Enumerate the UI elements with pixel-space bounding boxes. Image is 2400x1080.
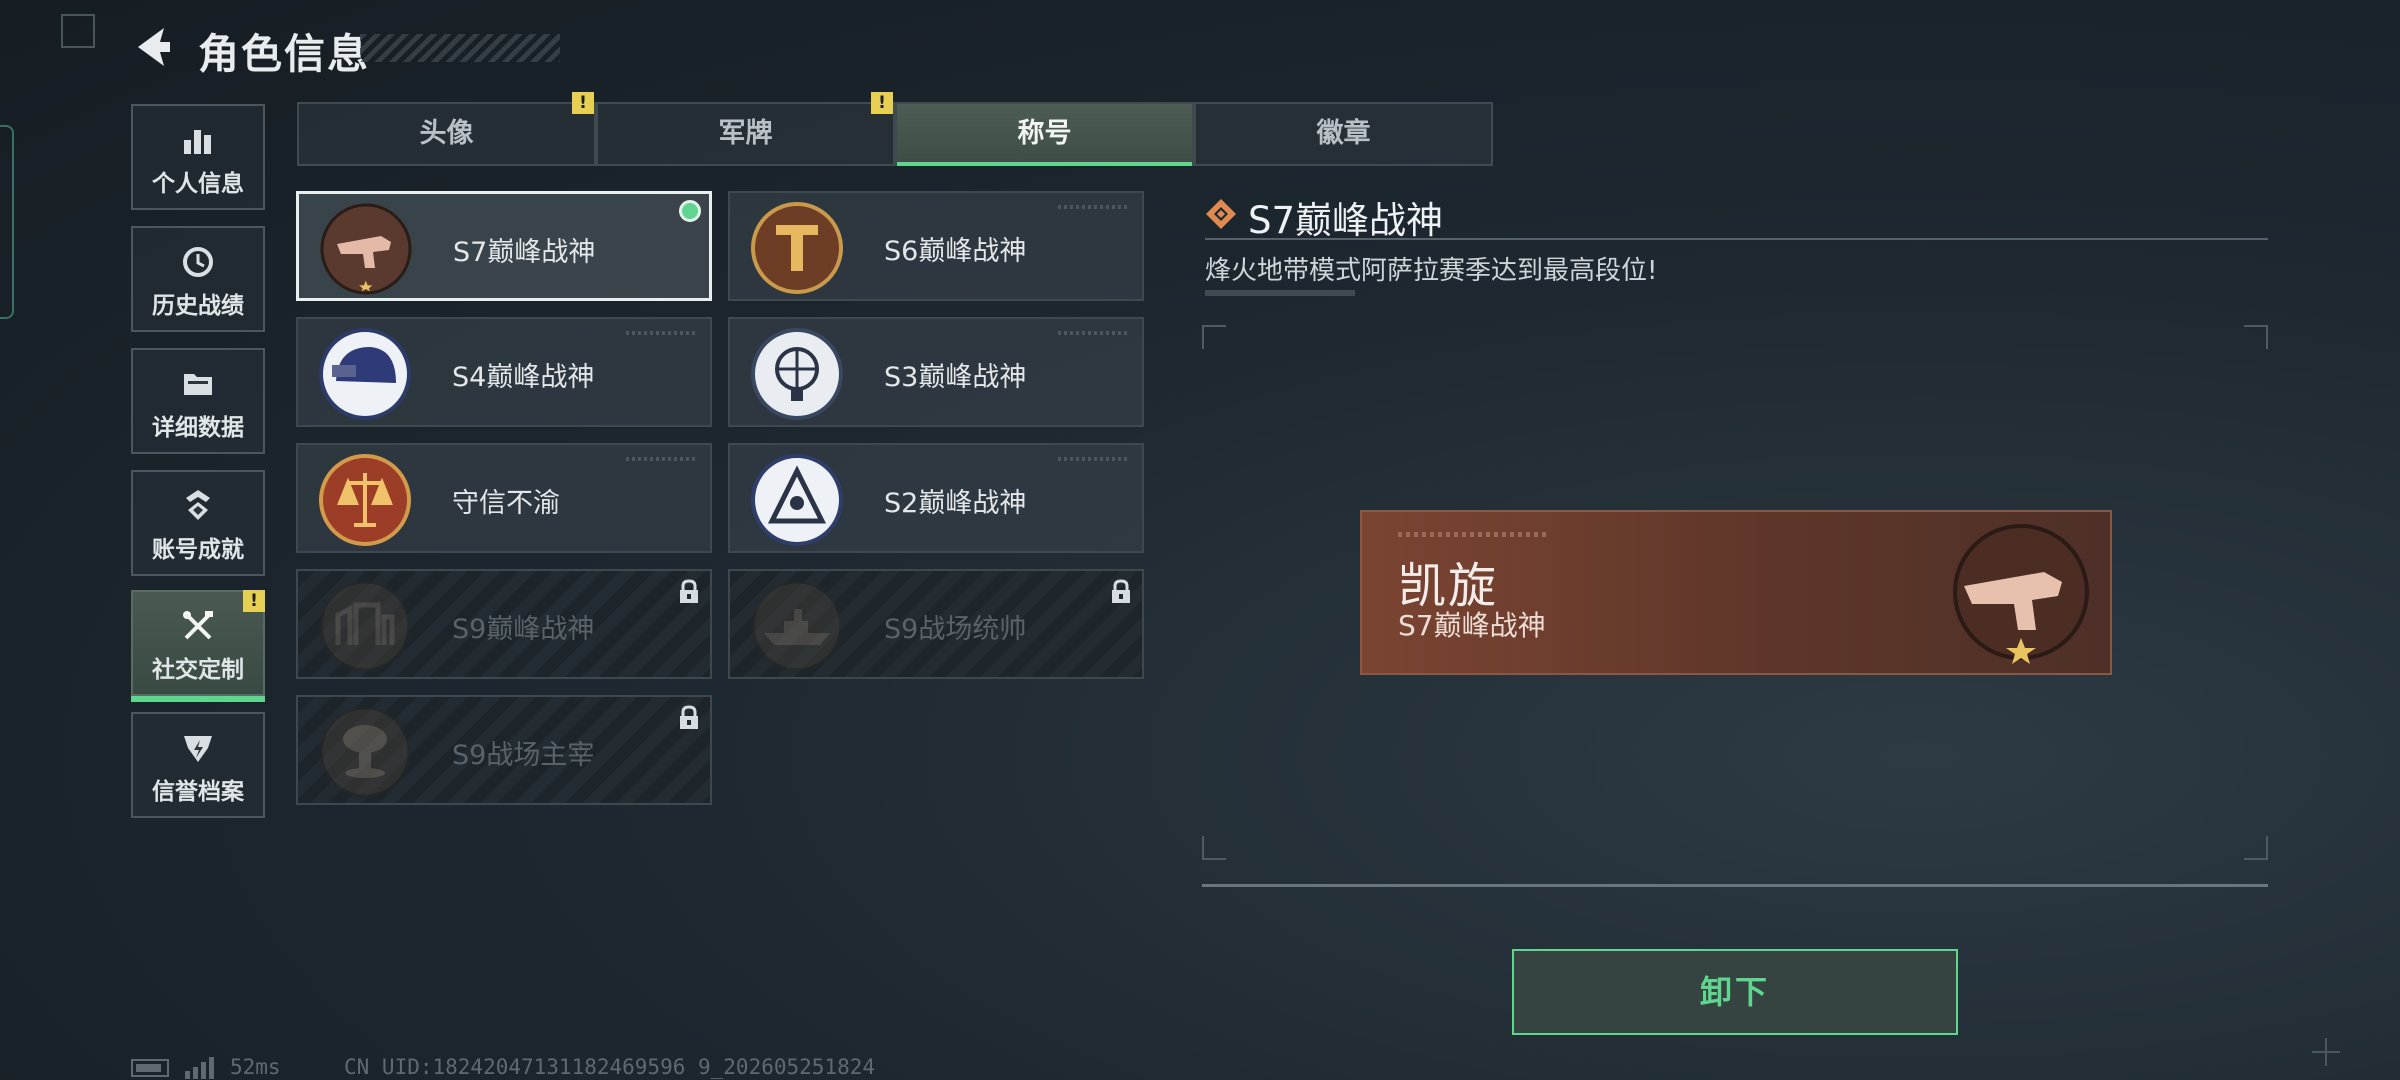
sidebar-item-label: 账号成就 [152,537,244,563]
title-card-s4[interactable]: S4巅峰战神 [296,317,712,427]
pyramid-emblem-icon [751,454,843,546]
sidebar-item-label: 历史战绩 [152,293,244,319]
title-card-label: S3巅峰战神 [884,362,1027,393]
title-card-label: S2巅峰战神 [884,488,1027,519]
title-card-label: S9战场统帅 [884,614,1027,645]
bar-chart-icon [184,130,211,154]
sidebar-item-social-custom[interactable]: 社交定制 ! [131,590,265,702]
gun-emblem-icon [1953,524,2089,664]
lock-icon [680,705,698,729]
title-card-s9-peak[interactable]: S9巅峰战神 [296,569,712,679]
achievement-icon [186,490,210,520]
fortress-emblem-icon [319,580,411,672]
sidebar-item-label: 社交定制 [152,657,244,683]
title-stripe-decoration [360,34,560,62]
lock-icon [680,579,698,603]
tab-label: 军牌 [718,118,773,149]
tab-label: 称号 [1017,118,1072,149]
sidebar-item-label: 个人信息 [152,171,244,197]
signal-icon [185,1057,214,1079]
card-decoration [626,457,696,461]
title-preview-card: 凯旋 S7巅峰战神 [1360,510,2112,675]
lock-icon [1112,579,1130,603]
page-title: 角色信息 [198,30,370,78]
sidebar-item-battle-history[interactable]: 历史战绩 [131,226,265,332]
preview-decoration [1398,532,1548,537]
sidebar-item-detailed-data[interactable]: 详细数据 [131,348,265,454]
card-decoration [1058,205,1128,209]
sidebar-item-label: 详细数据 [152,415,244,441]
tab-badge[interactable]: 徽章 [1194,102,1493,166]
title-card-label: S9战场主宰 [452,740,595,771]
credit-shield-icon [184,736,212,762]
card-decoration [1058,331,1128,335]
scales-emblem-icon [319,454,411,546]
t-shield-emblem-icon [751,202,843,294]
battery-icon [131,1059,169,1077]
title-card-label: 守信不渝 [452,488,560,519]
title-card-label: S4巅峰战神 [452,362,595,393]
title-card-s6[interactable]: S6巅峰战神 [728,191,1144,301]
unequip-button[interactable]: 卸下 [1512,949,1958,1035]
alert-badge: ! [871,92,893,114]
detail-description: 烽火地带模式阿萨拉赛季达到最高段位! [1205,256,1658,286]
crosshair-icon [2312,1038,2340,1066]
detail-title: S7巅峰战神 [1248,199,1444,242]
sidebar-item-personal-info[interactable]: 个人信息 [131,104,265,210]
tab-label: 头像 [419,118,474,149]
tab-bar: 头像 ! 军牌 ! 称号 徽章 [297,92,1493,166]
folder-icon [184,374,212,395]
window-corner-box [61,14,95,48]
card-decoration [1058,457,1128,461]
preview-title-subtitle: S7巅峰战神 [1398,609,1546,642]
globe-emblem-icon [751,328,843,420]
tools-icon [183,611,213,640]
title-card-s3[interactable]: S3巅峰战神 [728,317,1144,427]
title-card-s9-commander[interactable]: S9战场统帅 [728,569,1144,679]
mushroom-cloud-emblem-icon [319,706,411,798]
uid-readout: CN UID:18242047131182469596 9_2026052518… [344,1055,876,1079]
detail-bar-decoration [1205,290,1355,296]
helmet-emblem-icon [319,328,411,420]
title-diamond-icon [1206,199,1236,229]
title-card-trustworthy[interactable]: 守信不渝 [296,443,712,553]
sidebar-item-label: 信誉档案 [152,779,244,805]
detail-divider [1205,238,2268,240]
card-decoration [626,331,696,335]
sidebar-item-credit-record[interactable]: 信誉档案 [131,712,265,818]
gun-emblem-icon [320,203,412,295]
title-card-s2[interactable]: S2巅峰战神 [728,443,1144,553]
title-card-label: S7巅峰战神 [453,237,596,268]
tab-avatar[interactable]: 头像 ! [297,92,596,166]
title-card-label: S9巅峰战神 [452,614,595,645]
warship-emblem-icon [751,580,843,672]
tab-label: 徽章 [1316,118,1371,149]
title-card-s9-dominator[interactable]: S9战场主宰 [296,695,712,805]
ping-readout: 52ms [230,1055,281,1079]
preview-frame-baseline [1202,884,2268,887]
alert-badge: ! [243,590,265,612]
sidebar-item-achievements[interactable]: 账号成就 [131,470,265,576]
title-card-s7[interactable]: S7巅峰战神 [296,191,712,301]
equipped-indicator [679,200,701,222]
tab-dog-tag[interactable]: 军牌 ! [596,92,895,166]
tab-title[interactable]: 称号 [895,102,1194,166]
title-card-label: S6巅峰战神 [884,236,1027,267]
back-arrow-icon[interactable] [130,24,176,70]
edge-bracket [0,125,14,319]
alert-badge: ! [572,92,594,114]
clock-history-icon [183,247,213,277]
